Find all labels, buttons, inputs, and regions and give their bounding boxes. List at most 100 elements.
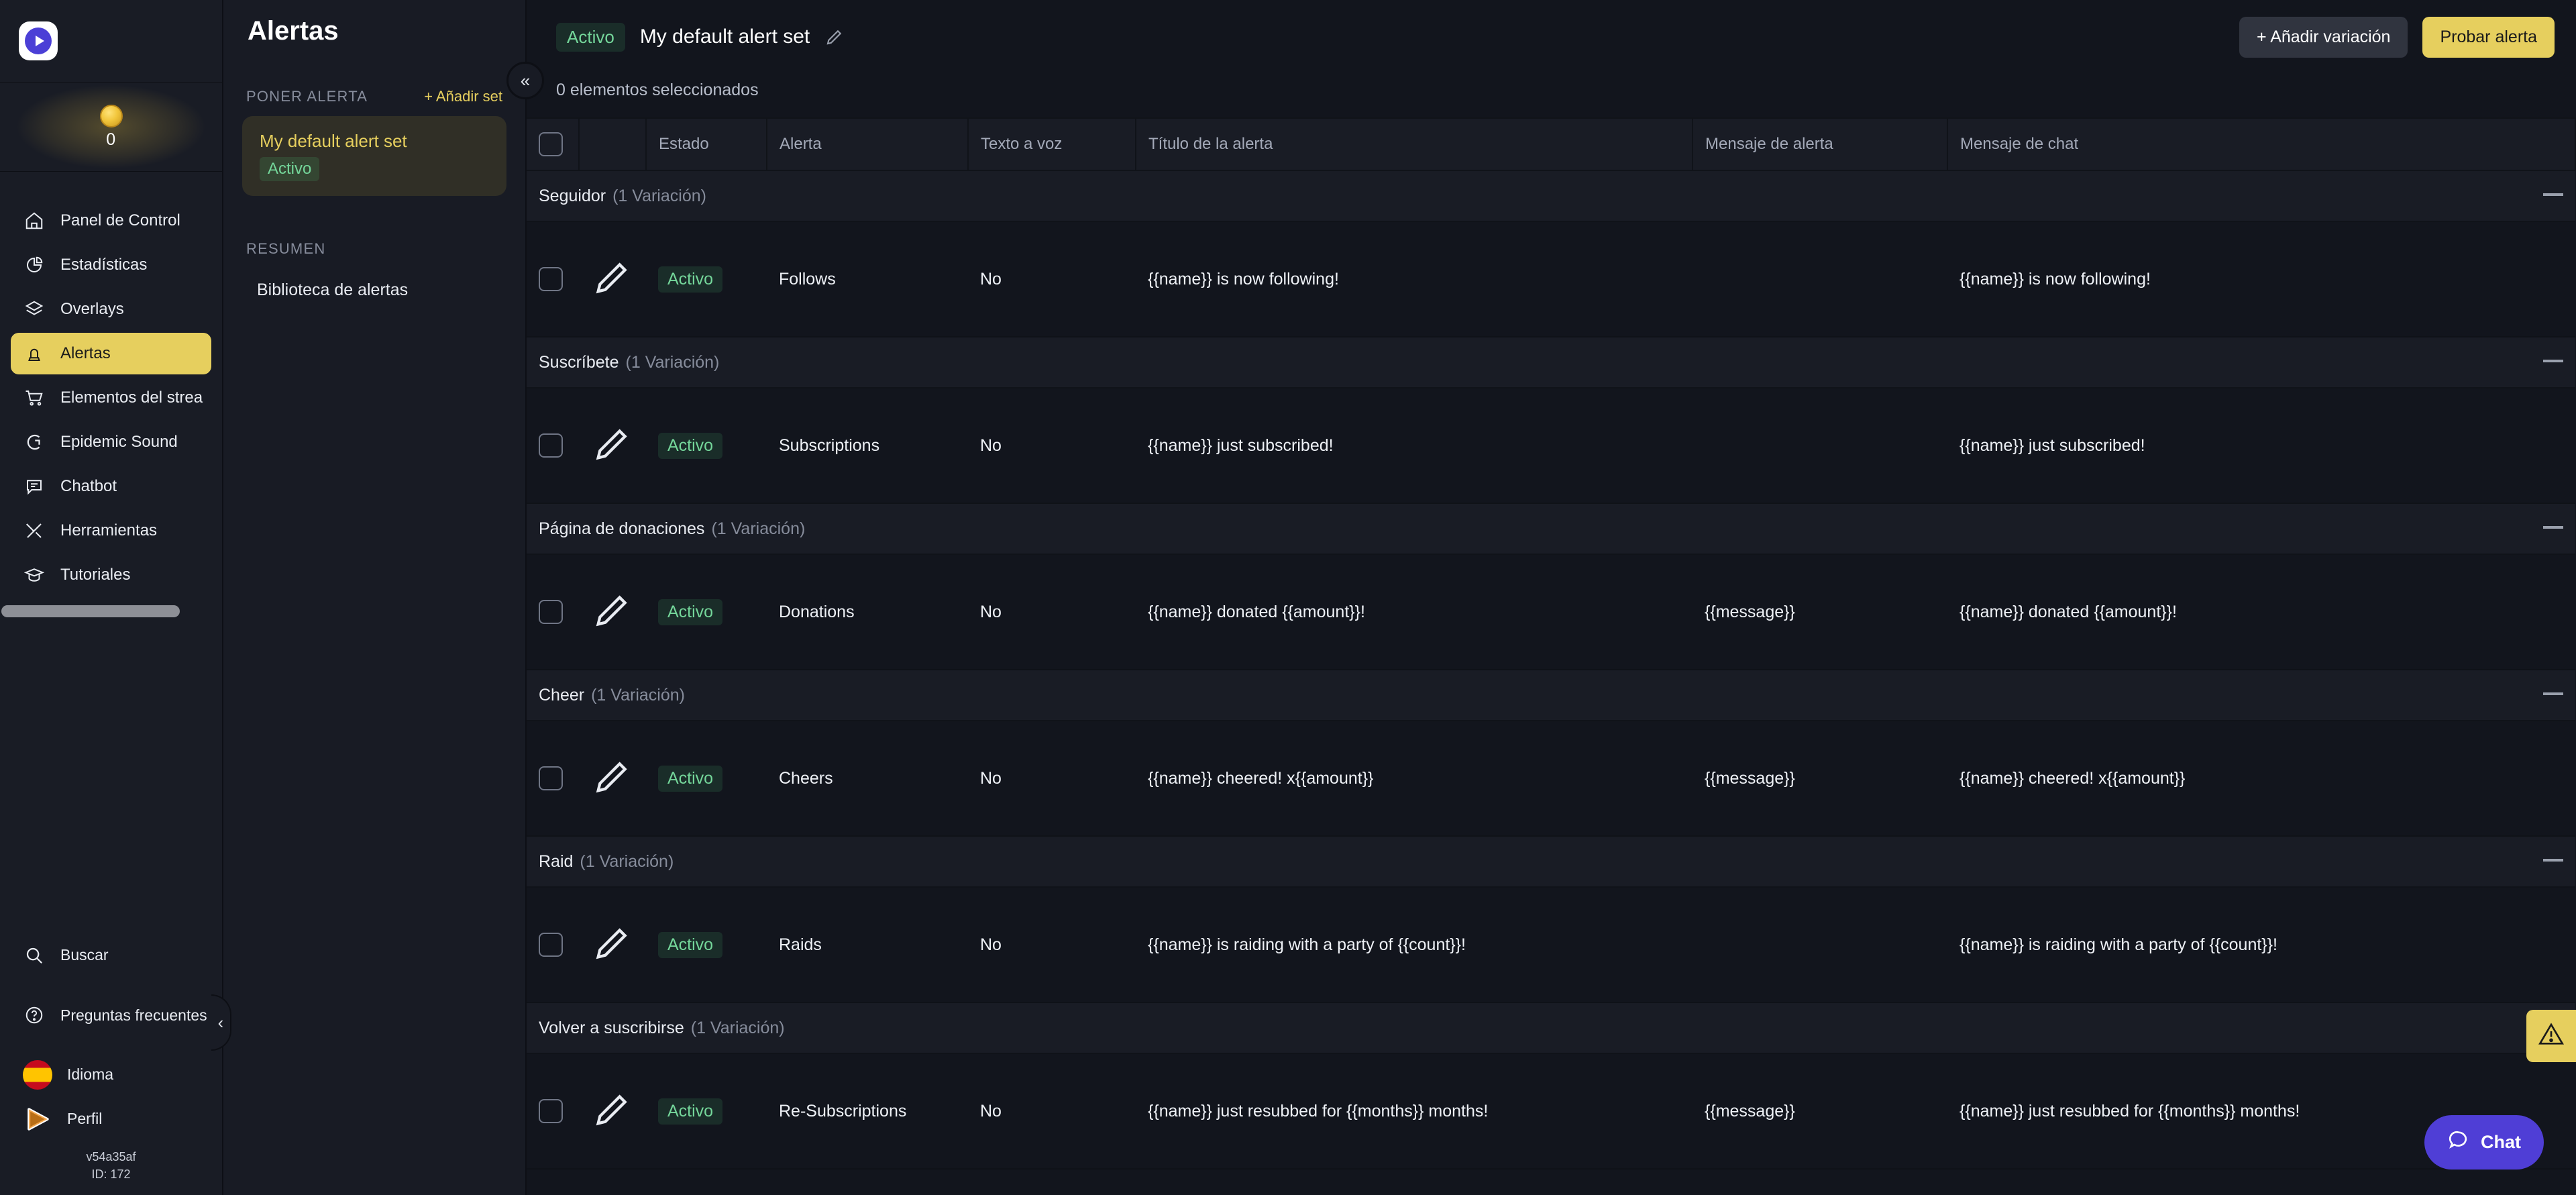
group-collapse-icon[interactable] <box>2543 193 2563 196</box>
warning-triangle-icon <box>2538 1021 2565 1051</box>
alerts-table: Estado Alerta Texto a voz Título de la a… <box>527 117 2576 1170</box>
pencil-icon[interactable] <box>591 262 634 303</box>
pencil-icon[interactable] <box>591 927 634 968</box>
row-state-cell: Activo <box>646 221 767 337</box>
state-column-header: Estado <box>646 117 767 171</box>
table-row[interactable]: Activo Donations No {{name}} donated {{a… <box>527 554 2575 670</box>
group-header-cell: Página de donaciones (1 Variación) <box>527 503 2575 555</box>
row-edit-cell <box>579 221 646 337</box>
tts-column-header: Texto a voz <box>968 117 1136 171</box>
row-chat-message-cell: {{name}} is now following! <box>1947 221 2575 337</box>
epidemic-sound-icon <box>23 431 46 454</box>
sidebar-item-overlays[interactable]: Overlays <box>11 289 211 330</box>
group-header-row[interactable]: Raid (1 Variación) <box>527 835 2575 888</box>
row-state-cell: Activo <box>646 388 767 504</box>
alert-set-card[interactable]: My default alert set Activo <box>242 116 506 196</box>
group-header-row[interactable]: Cheer (1 Variación) <box>527 669 2575 721</box>
search-icon <box>23 944 46 967</box>
pencil-icon[interactable] <box>591 1094 634 1135</box>
row-checkbox[interactable] <box>539 267 563 291</box>
group-variation-count: (1 Variación) <box>580 851 674 871</box>
row-checkbox[interactable] <box>539 1099 563 1123</box>
group-collapse-icon[interactable] <box>2543 692 2563 695</box>
pencil-icon[interactable] <box>591 594 634 635</box>
sidebar-item-dashboard[interactable]: Panel de Control <box>11 200 211 242</box>
group-variation-count: (1 Variación) <box>625 352 720 372</box>
table-row[interactable]: Activo Follows No {{name}} is now follow… <box>527 221 2575 337</box>
table-row[interactable]: Activo Raids No {{name}} is raiding with… <box>527 887 2575 1003</box>
chat-bubble-icon <box>2447 1129 2470 1156</box>
select-all-checkbox[interactable] <box>539 132 563 156</box>
sidebar-item-label: Overlays <box>60 300 124 318</box>
sidebar-item-label: Alertas <box>60 344 111 362</box>
table-header-row: Estado Alerta Texto a voz Título de la a… <box>527 117 2576 171</box>
alert-library-item[interactable]: Biblioteca de alertas <box>242 280 506 300</box>
row-checkbox[interactable] <box>539 600 563 624</box>
test-alert-button[interactable]: Probar alerta <box>2422 16 2555 58</box>
sidebar-item-alerts[interactable]: Alertas <box>11 333 211 374</box>
pencil-icon[interactable] <box>824 27 845 47</box>
warning-tab-button[interactable] <box>2526 1010 2576 1062</box>
table-row[interactable]: Activo Subscriptions No {{name}} just su… <box>527 388 2575 504</box>
sidebar-item-epidemic-sound[interactable]: Epidemic Sound <box>11 421 211 463</box>
group-header-row[interactable]: Suscríbete (1 Variación) <box>527 336 2575 388</box>
row-select-cell <box>527 1053 579 1170</box>
table-row[interactable]: Activo Re-Subscriptions No {{name}} just… <box>527 1053 2575 1170</box>
row-checkbox[interactable] <box>539 933 563 957</box>
sidebar-item-chatbot[interactable]: Chatbot <box>11 466 211 507</box>
sidebar-bottom-section: Buscar Preguntas frecuentes (FAQ) Idioma… <box>0 932 222 1195</box>
row-title-cell: {{name}} just resubbed for {{months}} mo… <box>1136 1053 1693 1170</box>
sidebar-item-label: Preguntas frecuentes (FAQ) <box>60 1006 211 1024</box>
group-variation-count: (1 Variación) <box>612 186 706 205</box>
add-set-button[interactable]: + Añadir set <box>424 88 502 105</box>
sidebar-item-language[interactable]: Idioma <box>11 1054 211 1096</box>
group-collapse-icon[interactable] <box>2543 858 2563 862</box>
pencil-icon[interactable] <box>591 761 634 802</box>
row-edit-cell <box>579 887 646 1003</box>
table-body: Seguidor (1 Variación) Activo Follows No … <box>527 170 2575 1170</box>
sidebar-item-tutorials[interactable]: Tutoriales <box>11 554 211 596</box>
row-alert-message-cell <box>1693 388 1947 504</box>
chat-fab-button[interactable]: Chat <box>2424 1115 2544 1170</box>
group-header-row[interactable]: Página de donaciones (1 Variación) <box>527 503 2575 555</box>
sidebar-item-label: Idioma <box>67 1066 114 1084</box>
app-root: 0 Panel de Control Estadísticas Overlays… <box>0 0 2576 1195</box>
row-checkbox[interactable] <box>539 433 563 458</box>
group-header-row[interactable]: Seguidor (1 Variación) <box>527 170 2575 222</box>
group-collapse-icon[interactable] <box>2543 359 2563 362</box>
status-badge: Activo <box>658 432 723 459</box>
alert-set-title: My default alert set <box>639 25 810 48</box>
sidebar-item-stream-elements[interactable]: Elementos del strea <box>11 377 211 419</box>
row-select-cell <box>527 221 579 337</box>
home-icon <box>23 209 46 232</box>
group-variation-count: (1 Variación) <box>690 1018 785 1037</box>
group-variation-count: (1 Variación) <box>591 685 685 705</box>
row-title-cell: {{name}} is now following! <box>1136 221 1693 337</box>
row-select-cell <box>527 388 579 504</box>
row-edit-cell <box>579 388 646 504</box>
chat-message-column-header: Mensaje de chat <box>1947 117 2576 171</box>
panel-collapse-button[interactable]: « <box>506 62 544 99</box>
chat-fab-label: Chat <box>2481 1132 2521 1152</box>
sidebar-item-faq[interactable]: Preguntas frecuentes (FAQ) <box>11 979 211 1051</box>
row-alert-cell: Subscriptions <box>767 388 968 504</box>
table-row[interactable]: Activo Cheers No {{name}} cheered! x{{am… <box>527 721 2575 837</box>
coin-balance-panel[interactable]: 0 <box>0 82 222 172</box>
sidebar-horizontal-scrollbar[interactable] <box>1 605 180 617</box>
group-collapse-icon[interactable] <box>2543 525 2563 529</box>
row-chat-message-cell: {{name}} donated {{amount}}! <box>1947 554 2575 670</box>
group-name: Página de donaciones <box>539 519 705 538</box>
pencil-icon[interactable] <box>591 428 634 469</box>
group-header-row[interactable]: Volver a suscribirse (1 Variación) <box>527 1002 2575 1054</box>
sidebar-item-search[interactable]: Buscar <box>11 935 211 976</box>
add-variation-button[interactable]: + Añadir variación <box>2239 16 2408 58</box>
row-checkbox[interactable] <box>539 766 563 790</box>
sidebar-item-statistics[interactable]: Estadísticas <box>11 244 211 286</box>
graduation-cap-icon <box>23 564 46 586</box>
streamlabs-play-logo-icon <box>19 21 58 60</box>
sidebar-item-profile[interactable]: Perfil <box>11 1098 211 1140</box>
sidebar-item-tools[interactable]: Herramientas <box>11 510 211 552</box>
app-logo[interactable] <box>0 0 222 82</box>
row-chat-message-cell: {{name}} just subscribed! <box>1947 388 2575 504</box>
select-all-header <box>527 117 580 171</box>
